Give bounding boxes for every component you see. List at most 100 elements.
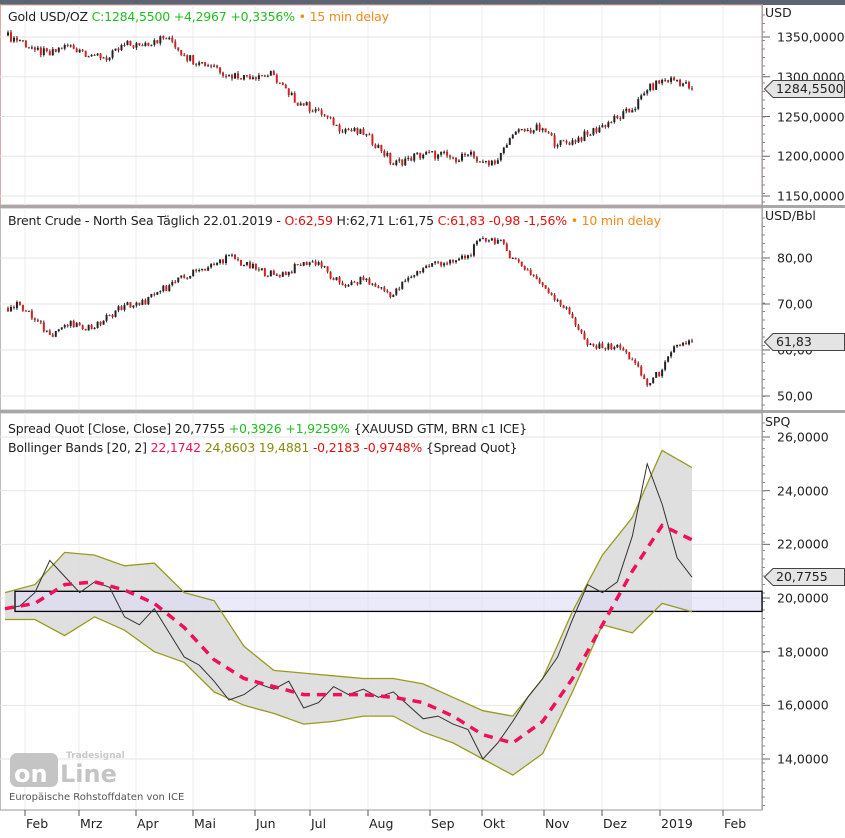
candle-body xyxy=(66,325,69,327)
candle-body xyxy=(682,83,685,86)
x-tick-label: Jun xyxy=(256,816,276,831)
svg-text:Line: Line xyxy=(60,760,117,787)
x-tick-label: Sep xyxy=(431,816,455,831)
candle-body xyxy=(132,305,135,308)
candle-body xyxy=(625,350,628,353)
candle-body xyxy=(446,151,449,156)
candle-body xyxy=(535,124,538,131)
candle-body xyxy=(84,50,87,57)
candle-body xyxy=(189,276,192,279)
candle-body xyxy=(99,53,102,59)
brent-change-pct: -1,56% xyxy=(523,213,567,228)
candle-body xyxy=(293,264,296,274)
candle-body xyxy=(207,65,210,67)
candle-body xyxy=(550,293,553,295)
candle-body xyxy=(231,254,234,256)
candle-body xyxy=(63,44,66,49)
candle-body xyxy=(132,45,135,48)
brent-unit: USD/Bbl xyxy=(765,208,816,223)
candle-body xyxy=(54,49,57,52)
candle-body xyxy=(490,238,493,241)
candle-body xyxy=(541,282,544,286)
brent-close: C:61,83 xyxy=(437,213,486,228)
candle-body xyxy=(463,255,466,259)
chart-canvas[interactable] xyxy=(0,0,845,838)
candle-body xyxy=(210,264,213,268)
candle-body xyxy=(108,315,111,317)
candle-body xyxy=(652,83,655,90)
candle-body xyxy=(613,116,616,123)
candle-body xyxy=(15,301,18,309)
candle-body xyxy=(314,261,317,265)
panel-separator xyxy=(0,205,845,208)
svg-text:on: on xyxy=(14,760,48,787)
candle-body xyxy=(544,128,547,133)
candle-body xyxy=(604,348,607,350)
candle-body xyxy=(628,352,631,360)
y-tick-label: 80,00 xyxy=(777,250,813,266)
candle-body xyxy=(284,272,287,276)
candle-body xyxy=(553,135,556,147)
candle-body xyxy=(607,343,610,350)
candle-body xyxy=(123,304,126,310)
candle-body xyxy=(135,302,138,306)
candle-body xyxy=(496,160,499,164)
candle-body xyxy=(42,48,45,56)
candle-body xyxy=(245,261,248,265)
tradesignal-logo: on Line Tradesignal xyxy=(10,745,140,791)
candle-body xyxy=(571,140,574,145)
candle-body xyxy=(21,40,24,42)
candle-body xyxy=(326,266,329,272)
candle-body xyxy=(299,103,302,106)
candle-body xyxy=(437,261,440,263)
candle-body xyxy=(353,127,356,132)
candle-body xyxy=(380,287,383,289)
x-tick-label: Dez xyxy=(603,816,627,831)
last-price-value: 1284,5500 xyxy=(776,81,844,97)
candle-body xyxy=(162,285,165,292)
candle-body xyxy=(195,64,198,66)
candle-body xyxy=(449,155,452,158)
candle-body xyxy=(356,282,359,285)
candle-body xyxy=(180,50,183,55)
candle-body xyxy=(138,302,141,305)
candle-body xyxy=(688,340,691,345)
candle-body xyxy=(72,321,75,328)
candle-body xyxy=(607,122,610,127)
gold-delay: 15 min delay xyxy=(309,9,389,24)
bb-mid: 22,1742 xyxy=(150,440,201,455)
gold-title: Gold USD/OZ xyxy=(8,9,88,24)
candle-body xyxy=(117,306,120,311)
candle-body xyxy=(401,281,404,289)
last-price-value: 20,7755 xyxy=(776,569,828,585)
candle-body xyxy=(353,281,356,283)
candle-body xyxy=(691,88,693,90)
candle-body xyxy=(461,153,464,161)
candle-body xyxy=(186,277,189,279)
candle-body xyxy=(219,67,222,73)
candle-body xyxy=(386,290,389,293)
candle-body xyxy=(481,238,484,240)
candle-body xyxy=(499,239,502,241)
gold-unit: USD xyxy=(765,5,792,20)
candle-body xyxy=(481,161,484,163)
candle-body xyxy=(577,325,580,330)
y-tick-label: 1200,0000 xyxy=(777,148,845,164)
x-tick-label: Okt xyxy=(483,816,505,831)
candle-body xyxy=(475,241,478,245)
candle-body xyxy=(565,141,568,143)
candle-body xyxy=(12,306,15,309)
candle-body xyxy=(484,238,487,242)
candle-body xyxy=(625,108,628,112)
candle-body xyxy=(419,271,422,273)
candle-body xyxy=(422,268,425,273)
bb-source: {Spread Quot} xyxy=(425,440,518,455)
candle-body xyxy=(526,130,529,132)
candle-body xyxy=(248,75,251,80)
candle-body xyxy=(183,275,186,278)
candle-body xyxy=(598,127,601,133)
candle-body xyxy=(135,43,138,48)
y-tick-label: 1350,0000 xyxy=(777,29,845,45)
candle-body xyxy=(452,157,455,159)
candle-body xyxy=(550,133,553,136)
